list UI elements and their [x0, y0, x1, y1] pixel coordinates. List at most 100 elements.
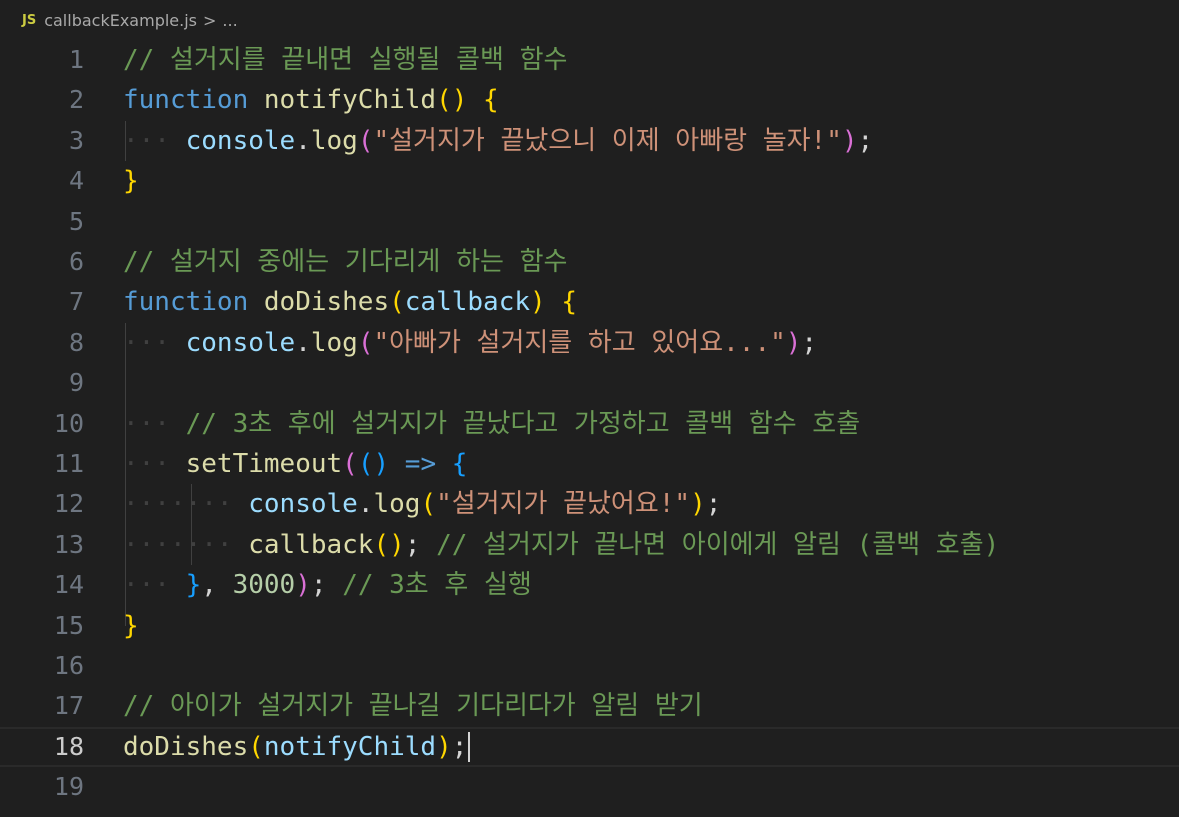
code-token: ··· — [123, 327, 170, 358]
code-text: ··· }, 3000); // 3초 후 실행 — [123, 565, 532, 605]
code-line[interactable]: 14 ··· }, 3000); // 3초 후 실행 — [0, 565, 1179, 605]
code-token: ······· — [123, 489, 233, 520]
code-token: console — [185, 327, 296, 358]
code-text: } — [123, 606, 139, 646]
code-token: ) — [841, 125, 858, 156]
code-line[interactable]: 2 function notifyChild() { — [0, 80, 1179, 120]
code-token: callback — [404, 287, 531, 318]
code-token: ) — [785, 327, 802, 358]
code-editor[interactable]: 1 // 설거지를 끝내면 실행될 콜백 함수 2 function notifyCh… — [0, 40, 1179, 817]
line-number: 9 — [68, 368, 84, 398]
code-line[interactable]: 7 function doDishes(callback) { — [0, 282, 1179, 322]
code-token: log — [373, 489, 421, 520]
code-text: // 설거지 중에는 기다리게 하는 함수 — [123, 242, 567, 282]
line-number: 11 — [53, 449, 84, 478]
code-token: . — [295, 327, 311, 358]
code-token: notifyChild — [263, 731, 437, 762]
code-token: } — [185, 570, 202, 601]
code-token: // 아이가 설거지가 끝나길 기다리다가 알림 받기 — [123, 691, 703, 722]
code-token: 3000 — [232, 570, 296, 601]
javascript-file-icon: JS — [22, 12, 37, 28]
line-number: 18 — [53, 731, 84, 761]
code-token: "설거지가 끝났어요!" — [436, 489, 691, 520]
code-text: ··· // 3초 후에 설거지가 끝났다고 가정하고 콜백 함수 호출 — [123, 404, 860, 444]
line-number: 10 — [53, 408, 84, 438]
code-line[interactable]: 5 — [0, 202, 1179, 242]
code-line[interactable]: 12 ······· console.log("설거지가 끝났어요!"); — [0, 484, 1179, 524]
code-token: ······· — [123, 529, 233, 560]
code-token: () — [373, 529, 405, 560]
code-token: "설거지가 끝났으니 이제 아빠랑 놀자!" — [373, 125, 842, 156]
code-token: // 설거지 중에는 기다리게 하는 함수 — [123, 247, 568, 277]
code-token: , — [201, 570, 233, 601]
code-text: } — [123, 161, 139, 201]
code-token: log — [310, 125, 358, 156]
code-token: log — [310, 327, 358, 358]
code-line[interactable]: 13 ······· callback(); // 설거지가 끝나면 아이에게 알… — [0, 525, 1179, 565]
line-number: 17 — [53, 691, 84, 721]
code-token: ( — [357, 125, 374, 156]
text-cursor — [468, 732, 471, 763]
code-token: ( — [420, 489, 437, 520]
line-number: 8 — [68, 327, 84, 357]
line-number: 15 — [53, 610, 84, 640]
code-token: // 설거지가 끝나면 아이에게 알림 (콜백 호출) — [436, 529, 1000, 560]
code-line[interactable]: 19 — [0, 767, 1179, 807]
code-line[interactable]: 9 — [0, 363, 1179, 403]
code-text: function doDishes(callback) { — [123, 282, 577, 322]
code-token: ( — [389, 287, 405, 318]
code-token: ( — [248, 731, 264, 762]
breadcrumb-file[interactable]: callbackExample.js — [44, 11, 197, 30]
code-token: ··· — [123, 449, 170, 479]
code-token: doDishes — [263, 287, 390, 318]
code-token: ··· — [123, 408, 170, 439]
code-text: // 설거지를 끝내면 실행될 콜백 함수 — [123, 40, 567, 80]
code-token: ( — [342, 449, 358, 479]
code-line[interactable]: 4} — [0, 161, 1179, 201]
breadcrumb-more[interactable]: ... — [222, 11, 237, 30]
line-number: 14 — [53, 570, 84, 600]
code-token: { — [451, 449, 468, 479]
code-token: ··· — [123, 125, 170, 156]
code-token: doDishes — [123, 731, 249, 762]
line-number: 2 — [68, 85, 84, 115]
line-number: 6 — [68, 247, 84, 276]
code-line[interactable]: 6 // 설거지 중에는 기다리게 하는 함수 — [0, 242, 1179, 282]
line-number: 16 — [53, 651, 84, 680]
code-token: ··· — [123, 570, 170, 601]
code-token: { — [483, 85, 499, 116]
code-line[interactable]: 8 ··· console.log("아빠가 설거지를 하고 있어요..."); — [0, 323, 1179, 363]
breadcrumb: JS callbackExample.js > ... — [0, 0, 1179, 40]
code-token: ) — [295, 570, 311, 601]
code-line[interactable]: 1 // 설거지를 끝내면 실행될 콜백 함수 — [0, 40, 1179, 80]
line-number: 7 — [68, 287, 84, 317]
code-token: ; — [705, 489, 722, 520]
code-line[interactable]: 10 ··· // 3초 후에 설거지가 끝났다고 가정하고 콜백 함수 호출 — [0, 404, 1179, 444]
code-token: console — [185, 125, 296, 156]
code-token: // 3초 후 실행 — [342, 570, 532, 601]
code-line[interactable]: 16 — [0, 646, 1179, 686]
line-number: 3 — [68, 125, 84, 155]
code-line[interactable]: 18 doDishes(notifyChild); — [0, 727, 1179, 767]
code-token: ; — [451, 731, 468, 762]
code-text: ··· console.log("아빠가 설거지를 하고 있어요..."); — [123, 323, 817, 363]
code-line[interactable]: 17 // 아이가 설거지가 끝나길 기다리다가 알림 받기 — [0, 686, 1179, 726]
chevron-right-icon: > — [203, 10, 217, 30]
code-token: () — [436, 85, 468, 116]
code-text: ······· console.log("설거지가 끝났어요!"); — [123, 484, 721, 524]
code-token: ) — [690, 489, 706, 520]
code-line[interactable]: 3 ··· console.log("설거지가 끝났으니 이제 아빠랑 놀자!")… — [0, 121, 1179, 161]
code-token: . — [295, 125, 311, 156]
code-token: ) — [530, 287, 546, 318]
code-token: () — [357, 449, 390, 479]
code-line[interactable]: 11 ··· setTimeout(() => { — [0, 444, 1179, 484]
code-token: . — [357, 489, 374, 520]
code-line[interactable]: 15} — [0, 606, 1179, 646]
